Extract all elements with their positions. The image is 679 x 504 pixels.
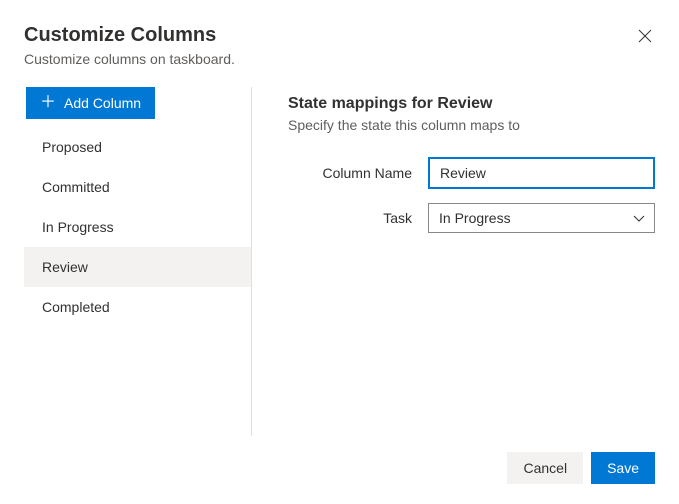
sidebar-item-committed[interactable]: Committed [24,167,251,207]
cancel-label: Cancel [523,460,567,476]
column-name-label: Column Name [288,165,428,181]
save-button[interactable]: Save [591,452,655,484]
column-name-row: Column Name [288,157,655,189]
sidebar-item-label: Committed [42,179,110,195]
sidebar-item-review[interactable]: Review [24,247,251,287]
customize-columns-dialog: Customize Columns Customize columns on t… [0,0,679,504]
save-label: Save [607,460,639,476]
close-button[interactable] [635,26,655,46]
task-label: Task [288,210,428,226]
add-column-button[interactable]: ＋ Add Column [26,87,155,119]
plus-icon: ＋ [40,95,56,111]
sidebar-item-in-progress[interactable]: In Progress [24,207,251,247]
task-select[interactable] [428,203,655,233]
task-row: Task [288,203,655,233]
sidebar-item-label: In Progress [42,219,114,235]
dialog-subtitle: Customize columns on taskboard. [24,51,655,67]
sidebar-item-label: Completed [42,299,110,315]
dialog-title: Customize Columns [24,24,655,47]
task-select-wrap [428,203,655,233]
close-icon [638,29,652,43]
sidebar-item-proposed[interactable]: Proposed [24,127,251,167]
add-column-label: Add Column [64,95,141,111]
main-panel: State mappings for Review Specify the st… [252,87,655,436]
dialog-footer: Cancel Save [24,436,655,504]
cancel-button[interactable]: Cancel [507,452,583,484]
section-description: Specify the state this column maps to [288,117,655,133]
section-title: State mappings for Review [288,95,655,113]
columns-sidebar: ＋ Add Column Proposed Committed In Progr… [24,87,252,436]
sidebar-item-completed[interactable]: Completed [24,287,251,327]
dialog-body: ＋ Add Column Proposed Committed In Progr… [24,87,655,436]
sidebar-item-label: Proposed [42,139,102,155]
sidebar-item-label: Review [42,259,88,275]
column-name-input[interactable] [428,157,655,189]
dialog-header: Customize Columns Customize columns on t… [24,24,655,67]
columns-list: Proposed Committed In Progress Review Co… [24,127,251,327]
